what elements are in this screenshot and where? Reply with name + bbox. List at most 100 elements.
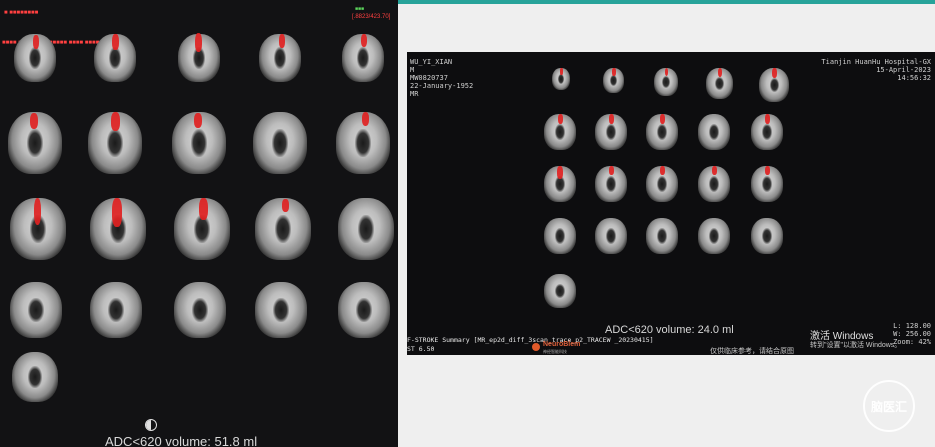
lesion-overlay bbox=[193, 113, 203, 129]
lesion-overlay bbox=[609, 114, 615, 125]
lesion-overlay bbox=[609, 166, 615, 175]
width-value: W: 256.00 bbox=[893, 330, 931, 338]
ventricle-shape bbox=[274, 215, 292, 243]
lesion-overlay bbox=[556, 166, 563, 179]
brain-slice bbox=[10, 198, 66, 260]
brain-slice bbox=[595, 218, 627, 254]
patient-dob: 22-January-1952 bbox=[410, 82, 474, 90]
ventricle-shape bbox=[190, 129, 208, 157]
lesion-overlay bbox=[112, 198, 123, 227]
ventricle-shape bbox=[192, 297, 208, 323]
brain-slice bbox=[253, 112, 307, 174]
brain-slice bbox=[338, 198, 394, 260]
study-date: 15-April-2023 bbox=[876, 66, 931, 74]
lesion-overlay bbox=[765, 114, 771, 125]
brain-slice bbox=[544, 166, 576, 202]
ventricle-shape bbox=[356, 297, 372, 323]
right-mri-monitor: WU_YI_XIAN M MW0820737 22-January-1952 MR Ti… bbox=[407, 52, 935, 355]
neuro-logo-icon bbox=[532, 343, 540, 351]
brain-slice bbox=[544, 274, 576, 308]
lesion-overlay bbox=[361, 112, 370, 126]
brain-slice bbox=[14, 34, 56, 82]
brain-slice bbox=[174, 198, 230, 260]
ventricle-shape bbox=[715, 76, 724, 91]
window-level-block: L: 128.00 W: 256.00 Zoom: 42% bbox=[893, 322, 931, 346]
patient-info-block: WU_YI_XIAN M MW0820737 22-January-1952 MR bbox=[410, 58, 473, 98]
level-value: L: 128.00 bbox=[893, 322, 931, 330]
clinical-note: 仅供临床参考，请结合原图 bbox=[710, 348, 794, 355]
brain-slice bbox=[751, 114, 783, 150]
ventricle-shape bbox=[709, 228, 719, 244]
ventricle-shape bbox=[28, 47, 42, 69]
lesion-overlay bbox=[281, 199, 289, 212]
brain-slice bbox=[646, 166, 678, 202]
ventricle-shape bbox=[26, 129, 44, 157]
brain-slice bbox=[706, 68, 733, 99]
half-circle-icon bbox=[145, 419, 157, 431]
brain-slice bbox=[10, 282, 62, 338]
watermark-text: 脑医汇 bbox=[870, 399, 907, 414]
ventricle-shape bbox=[657, 176, 667, 192]
ventricle-shape bbox=[108, 47, 122, 69]
brain-slice bbox=[338, 282, 390, 338]
lesion-overlay bbox=[279, 34, 286, 49]
right-area: WU_YI_XIAN M MW0820737 22-January-1952 MR Ti… bbox=[398, 0, 935, 447]
zoom-value: Zoom: 42% bbox=[893, 338, 931, 346]
brain-slice bbox=[90, 282, 142, 338]
brain-slice bbox=[255, 282, 307, 338]
brain-slice bbox=[178, 33, 220, 82]
patient-sex: M bbox=[410, 66, 415, 74]
brain-slice bbox=[90, 198, 146, 260]
lesion-overlay bbox=[33, 34, 40, 50]
brain-slice bbox=[654, 68, 678, 96]
brain-slice bbox=[94, 34, 136, 82]
brain-slice bbox=[751, 218, 783, 254]
lesion-overlay bbox=[110, 112, 121, 131]
modality: MR bbox=[410, 90, 419, 98]
ventricle-shape bbox=[555, 124, 565, 140]
brain-slice bbox=[255, 198, 311, 260]
brain-slice bbox=[12, 352, 58, 402]
brain-slice bbox=[172, 112, 226, 174]
ventricle-shape bbox=[606, 124, 616, 140]
ventricle-shape bbox=[354, 129, 372, 157]
ventricle-shape bbox=[762, 228, 772, 244]
lesion-overlay bbox=[772, 68, 777, 79]
study-time: 14:56:32 bbox=[897, 74, 931, 82]
ventricle-shape bbox=[271, 129, 289, 157]
ventricle-shape bbox=[610, 75, 617, 86]
ventricle-shape bbox=[555, 228, 565, 244]
brain-slice bbox=[544, 114, 576, 150]
brain-slice bbox=[603, 68, 624, 93]
brain-slice bbox=[698, 114, 730, 150]
ventricle-shape bbox=[356, 47, 370, 69]
ventricle-shape bbox=[28, 366, 42, 388]
brain-slice bbox=[88, 112, 142, 174]
brain-slice bbox=[336, 112, 390, 174]
brain-slice bbox=[342, 34, 384, 82]
neuro-logo-text: NeuroBlem bbox=[543, 341, 581, 348]
left-header-text: ■ ■■■■■■■■ bbox=[4, 10, 39, 16]
lesion-overlay bbox=[194, 33, 203, 53]
brain-slice bbox=[552, 68, 570, 90]
ventricle-shape bbox=[28, 297, 44, 323]
ventricle-shape bbox=[657, 124, 667, 140]
brain-slice bbox=[259, 34, 301, 82]
lesion-overlay bbox=[33, 198, 42, 226]
lesion-overlay bbox=[660, 114, 666, 125]
hospital-info-block: Tianjin HuanHu Hospital-GX 15-April-2023 1… bbox=[821, 58, 931, 82]
lesion-overlay bbox=[765, 166, 771, 175]
patient-id: MW0820737 bbox=[410, 74, 448, 82]
ventricle-shape bbox=[709, 124, 719, 140]
left-green-mark: ■■■ bbox=[355, 6, 365, 12]
ventricle-shape bbox=[273, 297, 289, 323]
lesion-overlay bbox=[558, 114, 564, 125]
top-accent-bar bbox=[398, 0, 935, 4]
brain-slice bbox=[698, 218, 730, 254]
brain-slice bbox=[646, 114, 678, 150]
brain-slice bbox=[751, 166, 783, 202]
brain-slice bbox=[174, 282, 226, 338]
lesion-overlay bbox=[198, 198, 208, 221]
summary-line: F-STROKE Summary [MR_ep2d_diff_3scan_tra… bbox=[407, 336, 654, 344]
ventricle-shape bbox=[357, 215, 375, 243]
